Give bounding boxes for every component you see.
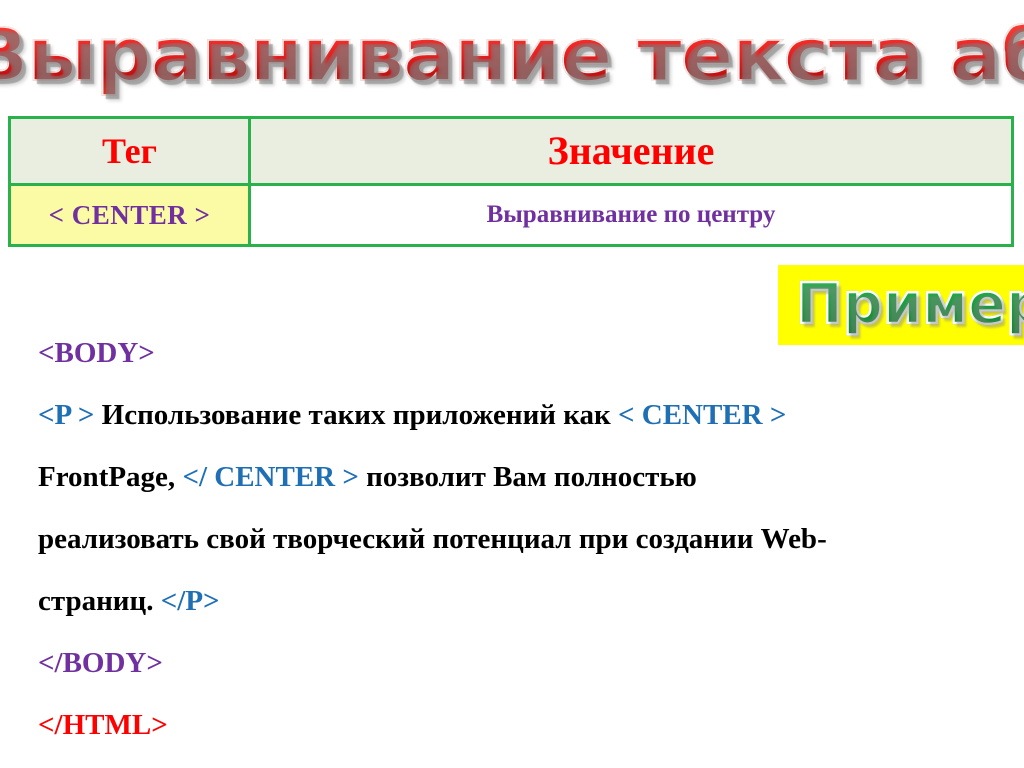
code-fragment: позволит Вам полностью [358,461,697,493]
tag-value-table: Тег Значение < CENTER > Выравнивание по … [8,116,1014,247]
code-line: страниц. </P> [38,570,978,632]
tag-meaning-text: Выравнивание по центру [486,201,776,228]
code-fragment: <P > [38,399,95,431]
code-listing: <BODY> <P > Использование таких приложени… [38,322,978,756]
page-title: Выравнивание текста абзаца [0,8,1024,104]
code-line: </BODY> [38,632,978,694]
code-fragment: < CENTER > [617,399,787,431]
code-fragment: </HTML> [38,709,168,741]
code-line: <BODY> [38,322,978,384]
code-fragment: реализовать свой творческий потенциал пр… [38,523,827,555]
tag-name-text: < CENTER > [48,199,211,230]
code-line: FrontPage, </ CENTER > позволит Вам полн… [38,446,978,508]
table-header-label-value: Значение [547,128,715,173]
code-fragment: FrontPage, [38,461,183,493]
code-line: реализовать свой творческий потенциал пр… [38,508,978,570]
table-header-row: Тег Значение [8,116,1014,186]
code-line: </HTML> [38,694,978,756]
code-fragment: </ CENTER > [182,461,359,493]
table-header-label-tag: Тег [102,131,157,171]
table-row: < CENTER > Выравнивание по центру [8,183,1014,247]
code-fragment: страниц. [38,585,161,617]
page-title-text: Выравнивание текста абзаца [0,12,1024,99]
code-fragment: Использование таких приложений как [94,399,618,431]
code-fragment: </BODY> [38,647,163,679]
code-line: <P > Использование таких приложений как … [38,384,978,446]
table-cell-value: Выравнивание по центру [248,183,1014,247]
table-cell-tag: < CENTER > [8,183,251,247]
code-fragment: </P> [160,585,220,617]
code-fragment: <BODY> [38,337,155,369]
table-header-cell-tag: Тег [8,116,251,186]
table-header-cell-value: Значение [248,116,1014,186]
